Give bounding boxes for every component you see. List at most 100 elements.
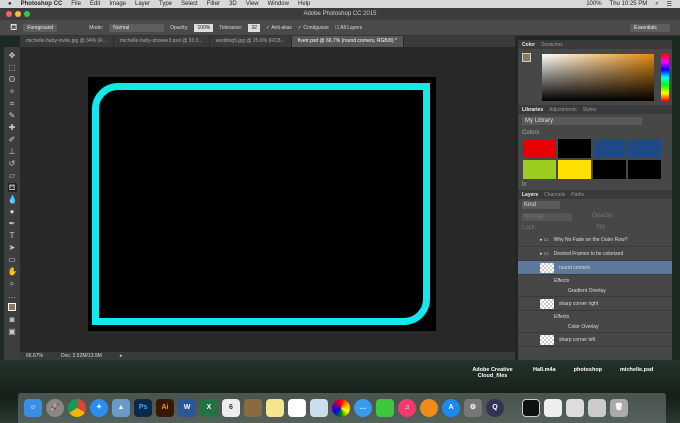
pen-tool-icon[interactable]: ✒: [8, 219, 17, 228]
workspace-select[interactable]: Essentials: [630, 23, 670, 32]
shape-tool-icon[interactable]: ▭: [8, 255, 17, 264]
menu-select[interactable]: Select: [181, 1, 198, 7]
launchpad-icon[interactable]: 🚀: [46, 399, 64, 417]
stamp-tool-icon[interactable]: ⊥: [8, 147, 17, 156]
history-brush-tool-icon[interactable]: ↺: [8, 159, 17, 168]
move-tool-icon[interactable]: ✥: [8, 51, 17, 60]
layer-row[interactable]: ▸ ▭ Why No Fade on the Outer Row?: [518, 233, 672, 247]
messages-icon[interactable]: …: [354, 399, 372, 417]
menu-layer[interactable]: Layer: [135, 1, 150, 7]
crop-tool-icon[interactable]: ⌗: [8, 99, 17, 108]
library-select[interactable]: My Library: [522, 117, 642, 125]
tab-styles[interactable]: Styles: [583, 107, 597, 113]
reminders-icon[interactable]: [288, 399, 306, 417]
foreground-color-swatch[interactable]: [522, 53, 531, 62]
library-color-swatch[interactable]: [593, 160, 626, 179]
layer-row[interactable]: sharp corner right: [518, 297, 672, 311]
tab-document[interactable]: michelle-baby-shower2.psd @ 33.3...: [114, 36, 210, 47]
layer-row[interactable]: Effects: [518, 275, 672, 286]
minimize-button[interactable]: [15, 11, 21, 17]
facetime-icon[interactable]: [376, 399, 394, 417]
document-canvas[interactable]: [88, 77, 436, 331]
trash-icon[interactable]: 🗑: [610, 399, 628, 417]
magic-wand-tool-icon[interactable]: ✧: [8, 87, 17, 96]
layer-row[interactable]: Effects: [518, 311, 672, 322]
more-tools-icon[interactable]: …: [8, 291, 17, 300]
zoom-button[interactable]: [24, 11, 30, 17]
mode-select[interactable]: Normal: [109, 23, 165, 32]
system-preferences-icon[interactable]: ⚙: [464, 399, 482, 417]
dock-downloads-icon[interactable]: [566, 399, 584, 417]
all-layers-checkbox[interactable]: ☐ All Layers: [335, 25, 363, 31]
notes-icon[interactable]: [266, 399, 284, 417]
layer-row[interactable]: round corners: [518, 261, 672, 275]
word-icon[interactable]: W: [178, 399, 196, 417]
ibooks-icon[interactable]: [420, 399, 438, 417]
library-color-swatch[interactable]: [628, 139, 661, 158]
dock-stack-icon[interactable]: [588, 399, 606, 417]
paint-bucket-icon[interactable]: ⛾: [10, 22, 17, 34]
tab-channels[interactable]: Channels: [544, 192, 565, 198]
menu-help[interactable]: Help: [298, 1, 310, 7]
tab-paths[interactable]: Paths: [571, 192, 584, 198]
menu-list-icon[interactable]: ☰: [667, 1, 672, 8]
marquee-tool-icon[interactable]: ⬚: [8, 63, 17, 72]
menu-image[interactable]: Image: [109, 1, 126, 7]
paint-bucket-tool-icon[interactable]: ⛾: [7, 183, 17, 192]
contiguous-checkbox[interactable]: ✓ Contiguous: [298, 25, 329, 31]
color-swatches-icon[interactable]: [7, 303, 17, 312]
library-color-swatch[interactable]: [593, 139, 626, 158]
tab-adjustments[interactable]: Adjustments: [549, 107, 577, 113]
status-arrow-icon[interactable]: ▸: [120, 353, 123, 359]
path-selection-tool-icon[interactable]: ➤: [8, 243, 17, 252]
desktop-file[interactable]: Hall.m4a: [533, 367, 556, 379]
quicktime-icon[interactable]: Q: [486, 399, 504, 417]
safari-icon[interactable]: ✦: [90, 399, 108, 417]
type-tool-icon[interactable]: T: [8, 231, 17, 240]
layer-row[interactable]: Color Overlay: [518, 322, 672, 333]
doc-size[interactable]: Doc: 2.52M/13.9M: [61, 353, 102, 359]
hand-tool-icon[interactable]: ✋: [8, 267, 18, 276]
zoom-level[interactable]: 66.67%: [26, 353, 43, 359]
menu-edit[interactable]: Edit: [90, 1, 100, 7]
photoshop-icon[interactable]: Ps: [134, 399, 152, 417]
finder-icon[interactable]: ☺: [24, 399, 42, 417]
canvas-area[interactable]: [20, 47, 515, 352]
fx-icon[interactable]: fx: [522, 182, 527, 188]
illustrator-icon[interactable]: Ai: [156, 399, 174, 417]
menu-3d[interactable]: 3D: [229, 1, 237, 7]
desktop-file[interactable]: photoshop: [574, 367, 602, 379]
dodge-tool-icon[interactable]: ●: [8, 207, 17, 216]
itunes-icon[interactable]: ♫: [398, 399, 416, 417]
tab-libraries[interactable]: Libraries: [522, 107, 543, 113]
tolerance-input[interactable]: 32: [248, 23, 260, 32]
tab-swatches[interactable]: Swatches: [541, 42, 563, 48]
menu-file[interactable]: File: [71, 1, 81, 7]
library-color-swatch[interactable]: [628, 160, 661, 179]
library-color-swatch[interactable]: [558, 160, 591, 179]
eyedropper-tool-icon[interactable]: ✎: [8, 111, 17, 120]
quick-mask-icon[interactable]: ◙: [8, 315, 17, 324]
tab-layers[interactable]: Layers: [522, 192, 538, 198]
tab-document[interactable]: wedding5.jpg @ 25.6% (RCB...: [210, 36, 292, 47]
color-field[interactable]: [542, 54, 654, 101]
blur-tool-icon[interactable]: 💧: [8, 195, 18, 204]
clock[interactable]: Thu 10:25 PM: [610, 1, 648, 8]
layer-filter-select[interactable]: Kind: [522, 201, 560, 209]
fill-source-select[interactable]: Foreground: [23, 23, 58, 32]
hue-slider[interactable]: [661, 54, 669, 101]
healing-tool-icon[interactable]: ✚: [8, 123, 17, 132]
app-store-icon[interactable]: A: [442, 399, 460, 417]
layer-row[interactable]: ▸ ▭ Desired Frames to be colorized: [518, 247, 672, 261]
blend-mode-select[interactable]: Normal: [522, 213, 572, 221]
dock-document-icon[interactable]: [544, 399, 562, 417]
menu-filter[interactable]: Filter: [207, 1, 220, 7]
library-color-swatch[interactable]: [523, 160, 556, 179]
library-color-swatch[interactable]: [558, 139, 591, 158]
tab-document[interactable]: michelle-baby-invite.jpg @ 34% (R...: [20, 36, 114, 47]
preview-icon[interactable]: ▲: [112, 399, 130, 417]
screen-mode-icon[interactable]: ▣: [8, 327, 17, 336]
desktop-file[interactable]: Adobe Creative Cloud_files: [470, 367, 515, 379]
menu-type[interactable]: Type: [159, 1, 172, 7]
apple-icon[interactable]: ●: [8, 1, 12, 7]
